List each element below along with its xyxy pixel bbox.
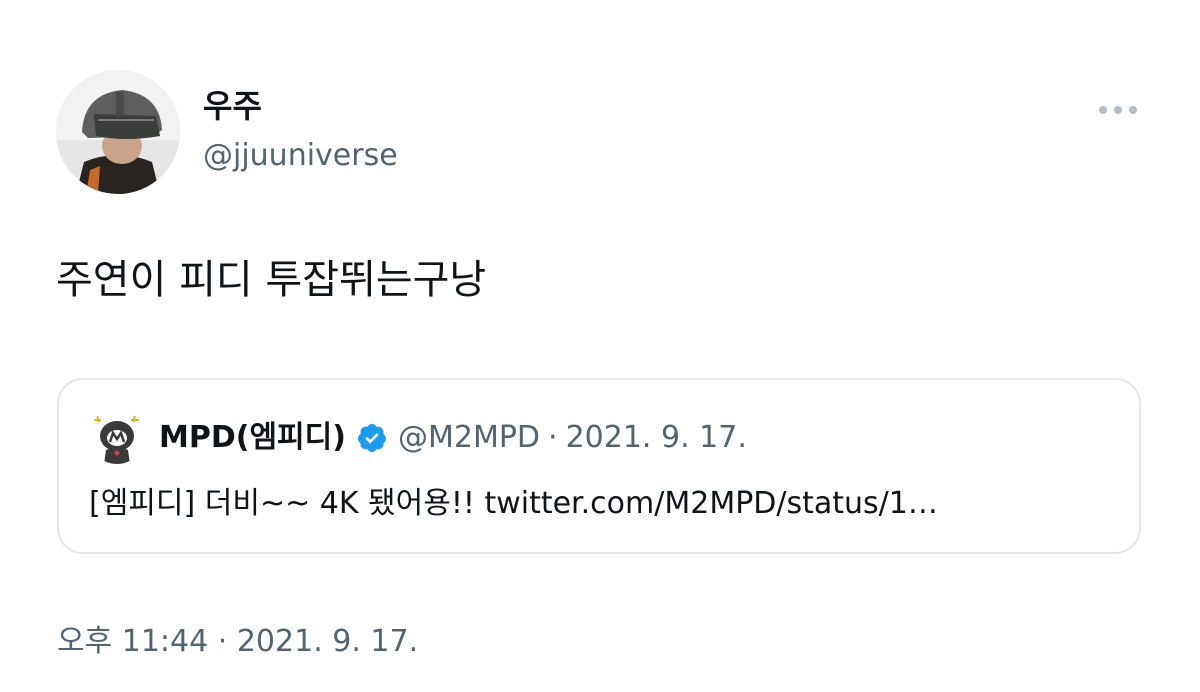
timestamp-separator: ·	[217, 624, 228, 659]
mpd-mascot-icon	[89, 408, 145, 464]
avatar-photo-icon	[56, 70, 180, 194]
quoted-separator: ·	[548, 420, 558, 455]
tweet-text: 주연이 피디 투잡뛰는구낭	[56, 257, 487, 303]
quoted-author-handle[interactable]: @M2MPD	[398, 418, 540, 458]
quoted-tweet-text: [엠피디] 더비~~ 4K 됐어용!! twitter.com/M2MPD/st…	[89, 486, 938, 521]
more-options-button[interactable]	[1090, 92, 1146, 128]
verified-badge-icon	[356, 422, 388, 454]
tweet-date[interactable]: 2021. 9. 17.	[237, 624, 418, 659]
quoted-tweet-card[interactable]: MPD(엠피디) @M2MPD · 2021. 9. 17. [엠피디] 더비~…	[57, 378, 1141, 554]
tweet-time[interactable]: 오후 11:44	[57, 624, 208, 659]
quoted-author-name[interactable]: MPD(엠피디)	[159, 418, 346, 458]
quoted-author-avatar[interactable]	[89, 408, 145, 464]
quoted-tweet-header: MPD(엠피디) @M2MPD · 2021. 9. 17.	[159, 418, 747, 458]
tweet-timestamp: 오후 11:44 · 2021. 9. 17.	[57, 620, 418, 664]
more-dots-icon	[1099, 106, 1137, 114]
author-avatar[interactable]	[56, 70, 180, 194]
author-display-name[interactable]: 우주	[203, 86, 262, 126]
author-handle[interactable]: @jjuuniverse	[203, 136, 398, 176]
quoted-date[interactable]: 2021. 9. 17.	[566, 418, 747, 458]
